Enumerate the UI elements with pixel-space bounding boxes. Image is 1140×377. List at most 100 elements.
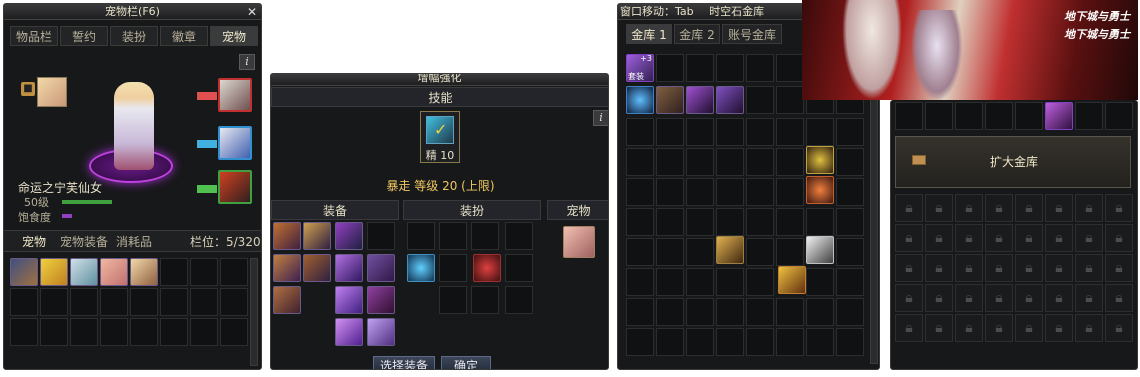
empty-slot[interactable]	[656, 178, 684, 206]
empty-slot[interactable]	[686, 208, 714, 236]
empty-slot[interactable]	[716, 118, 744, 146]
equip-item[interactable]	[335, 318, 363, 346]
empty-slot[interactable]	[70, 288, 98, 316]
empty-slot[interactable]	[806, 328, 834, 356]
empty-slot[interactable]	[895, 102, 923, 130]
empty-slot[interactable]	[190, 288, 218, 316]
empty-slot[interactable]	[439, 222, 467, 250]
equip-item[interactable]	[303, 222, 331, 250]
empty-slot[interactable]	[505, 286, 533, 314]
empty-slot[interactable]	[776, 208, 804, 236]
empty-slot[interactable]	[746, 298, 774, 326]
vault-item[interactable]	[626, 86, 654, 114]
vault-item[interactable]	[656, 86, 684, 114]
empty-slot[interactable]	[160, 288, 188, 316]
empty-slot[interactable]	[626, 268, 654, 296]
empty-slot[interactable]	[746, 54, 774, 82]
empty-slot[interactable]	[776, 178, 804, 206]
empty-slot[interactable]	[686, 298, 714, 326]
empty-slot[interactable]	[439, 254, 467, 282]
empty-slot[interactable]	[746, 178, 774, 206]
equip-item[interactable]	[367, 254, 395, 282]
empty-slot[interactable]	[626, 148, 654, 176]
pet-equip-slot-blue[interactable]	[218, 126, 252, 160]
empty-slot[interactable]	[407, 222, 435, 250]
empty-slot[interactable]	[656, 298, 684, 326]
empty-slot[interactable]	[505, 254, 533, 282]
vault-item[interactable]	[806, 236, 834, 264]
skill-icon[interactable]: ✓	[426, 116, 454, 144]
empty-slot[interactable]	[746, 118, 774, 146]
empty-slot[interactable]	[70, 318, 98, 346]
empty-slot[interactable]	[686, 238, 714, 266]
pet-item[interactable]	[40, 258, 68, 286]
empty-slot[interactable]	[836, 118, 864, 146]
empty-slot[interactable]	[626, 118, 654, 146]
vault-item[interactable]	[1045, 102, 1073, 130]
pet-equip-slot-red[interactable]	[218, 78, 252, 112]
empty-slot[interactable]	[836, 298, 864, 326]
empty-slot[interactable]	[776, 86, 804, 114]
pet-item[interactable]	[563, 226, 595, 258]
empty-slot[interactable]	[10, 288, 38, 316]
tab-account-vault[interactable]: 账号金库	[722, 24, 782, 44]
empty-slot[interactable]	[100, 288, 128, 316]
equip-item[interactable]	[273, 222, 301, 250]
avatar-item[interactable]	[473, 254, 501, 282]
empty-slot[interactable]	[130, 318, 158, 346]
empty-slot[interactable]	[925, 102, 953, 130]
vault-item[interactable]	[778, 266, 806, 294]
vault-item[interactable]	[806, 176, 834, 204]
empty-slot[interactable]	[716, 298, 744, 326]
empty-slot[interactable]	[100, 318, 128, 346]
empty-slot[interactable]	[686, 328, 714, 356]
equip-item[interactable]	[273, 286, 301, 314]
expand-vault-button[interactable]: 扩大金库	[895, 136, 1131, 188]
empty-slot[interactable]	[626, 298, 654, 326]
empty-slot[interactable]	[985, 102, 1013, 130]
empty-slot[interactable]	[746, 148, 774, 176]
empty-slot[interactable]	[686, 54, 714, 82]
empty-slot[interactable]	[836, 148, 864, 176]
empty-slot[interactable]	[656, 268, 684, 296]
pet-portrait[interactable]	[37, 77, 67, 107]
pet-item[interactable]	[10, 258, 38, 286]
tab-inventory[interactable]: 物品栏	[10, 26, 58, 46]
info-button[interactable]: i	[239, 54, 255, 70]
empty-slot[interactable]	[656, 54, 684, 82]
empty-slot[interactable]	[776, 238, 804, 266]
equip-item[interactable]	[303, 254, 331, 282]
empty-slot[interactable]	[776, 328, 804, 356]
empty-slot[interactable]	[220, 258, 248, 286]
empty-slot[interactable]	[686, 178, 714, 206]
confirm-button[interactable]: 确定	[441, 356, 491, 369]
empty-slot[interactable]	[626, 238, 654, 266]
equip-item[interactable]	[367, 286, 395, 314]
empty-slot[interactable]	[505, 222, 533, 250]
tab-vault-1[interactable]: 金库 1	[626, 24, 672, 44]
empty-slot[interactable]	[160, 318, 188, 346]
empty-slot[interactable]	[716, 148, 744, 176]
close-icon[interactable]: ✕	[247, 5, 257, 19]
empty-slot[interactable]	[439, 286, 467, 314]
empty-slot[interactable]	[686, 148, 714, 176]
empty-slot[interactable]	[776, 148, 804, 176]
avatar-item[interactable]	[407, 254, 435, 282]
empty-slot[interactable]	[1015, 102, 1043, 130]
empty-slot[interactable]	[716, 328, 744, 356]
tab-avatar[interactable]: 装扮	[110, 26, 158, 46]
empty-slot[interactable]	[220, 318, 248, 346]
empty-slot[interactable]	[716, 208, 744, 236]
pet-item[interactable]	[100, 258, 128, 286]
tab-emblem[interactable]: 徽章	[160, 26, 208, 46]
empty-slot[interactable]	[746, 268, 774, 296]
empty-slot[interactable]	[40, 288, 68, 316]
scrollbar[interactable]	[250, 258, 258, 366]
empty-slot[interactable]	[160, 258, 188, 286]
empty-slot[interactable]	[220, 288, 248, 316]
empty-slot[interactable]	[806, 298, 834, 326]
empty-slot[interactable]	[836, 328, 864, 356]
empty-slot[interactable]	[1075, 102, 1103, 130]
empty-slot[interactable]	[471, 286, 499, 314]
empty-slot[interactable]	[746, 208, 774, 236]
